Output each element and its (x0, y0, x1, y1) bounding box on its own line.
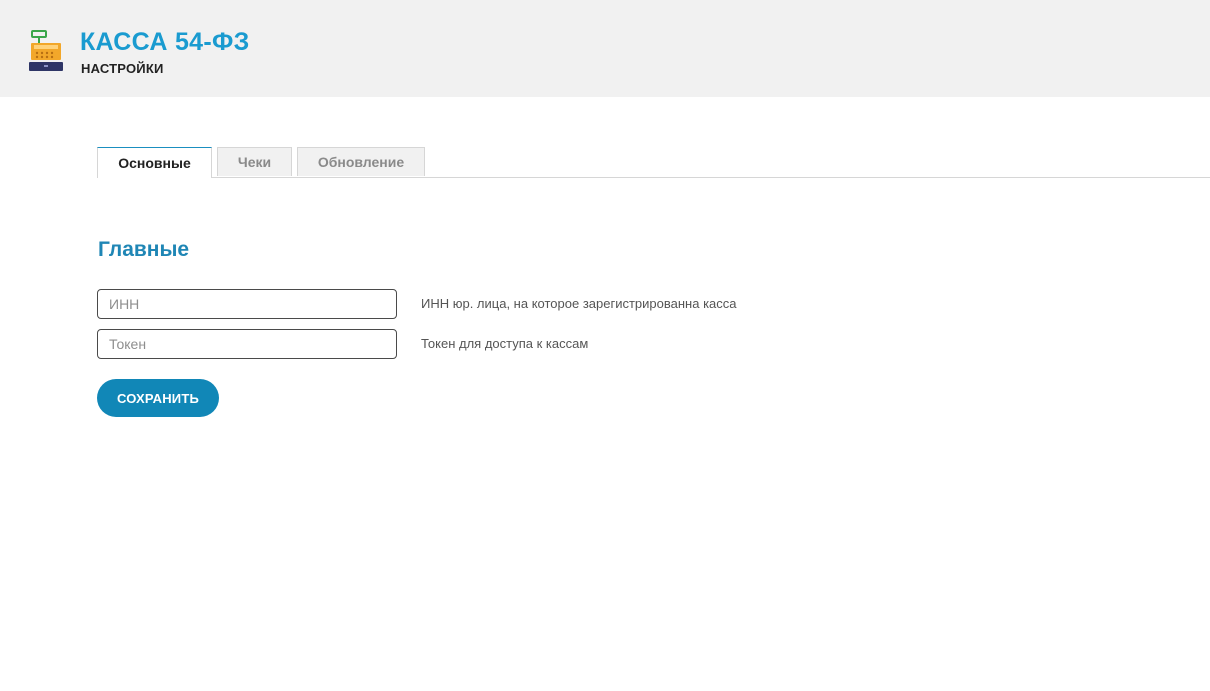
tab-receipts[interactable]: Чеки (217, 147, 292, 176)
inn-hint: ИНН юр. лица, на которое зарегистрирован… (421, 296, 737, 311)
page-subtitle: НАСТРОЙКИ (81, 61, 164, 76)
section-title: Главные (98, 238, 190, 261)
tab-main[interactable]: Основные (97, 147, 212, 178)
inn-input[interactable] (97, 289, 397, 319)
save-button[interactable]: СОХРАНИТЬ (97, 379, 219, 417)
app-title: КАССА 54-ФЗ (80, 28, 250, 56)
app-header: КАССА 54-ФЗ НАСТРОЙКИ (0, 0, 1210, 97)
token-hint: Токен для доступа к кассам (421, 336, 589, 351)
cash-register-icon (29, 30, 63, 71)
tabs-divider (97, 177, 1210, 178)
settings-tabs: Основные Чеки Обновление (97, 147, 1210, 178)
token-input[interactable] (97, 329, 397, 359)
tab-update[interactable]: Обновление (297, 147, 425, 176)
